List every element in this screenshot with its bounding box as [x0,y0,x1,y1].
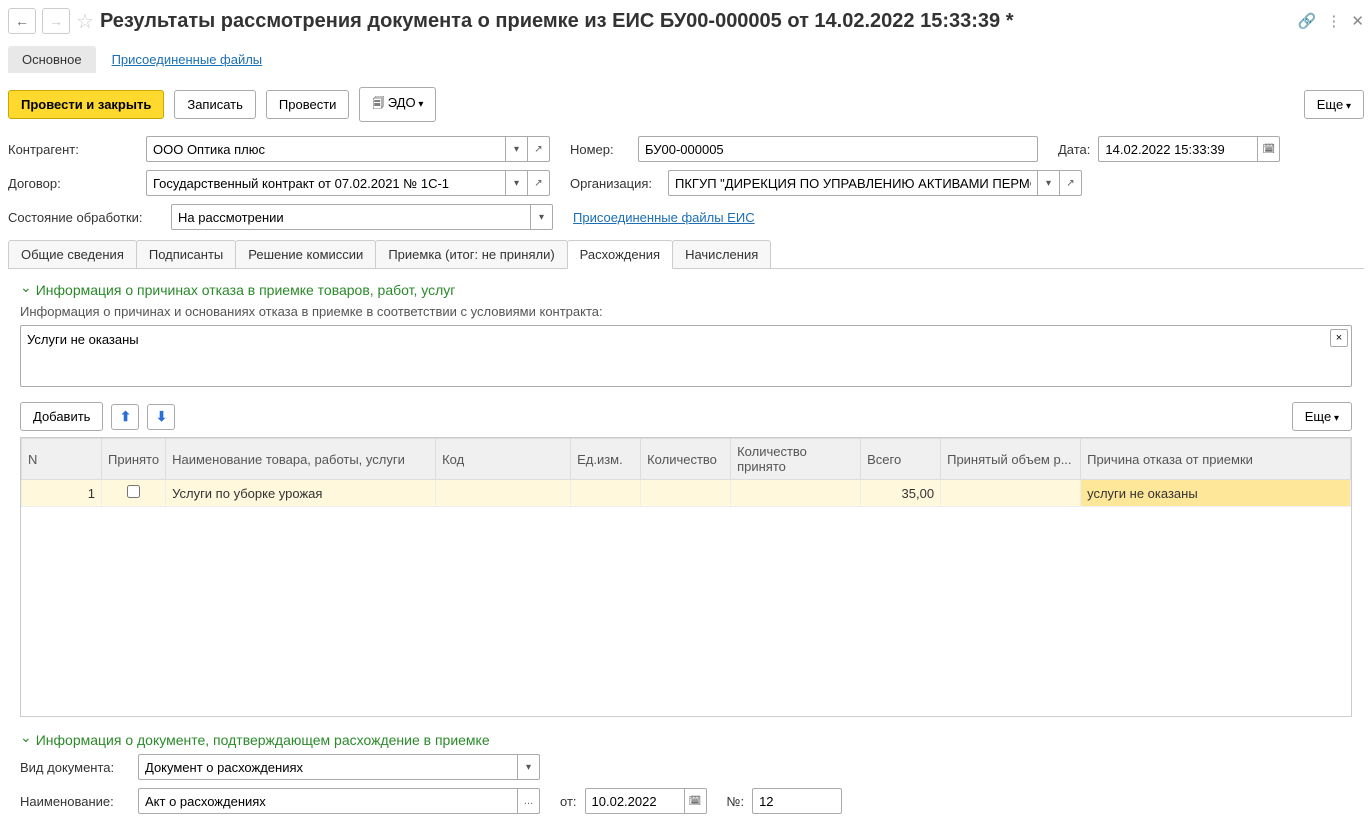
cell-qty-acc[interactable] [731,480,861,507]
org-input[interactable] [668,170,1038,196]
col-total[interactable]: Всего [861,439,941,480]
contractor-open-icon[interactable]: ↗ [528,136,550,162]
view-tabs: Основное Присоединенные файлы [8,46,1364,73]
cell-reason[interactable]: услуги не оказаны [1081,480,1351,507]
edo-button[interactable]: ЭДО [359,87,436,122]
cell-total[interactable]: 35,00 [861,480,941,507]
col-accepted[interactable]: Принято [102,439,166,480]
state-input[interactable] [171,204,531,230]
doc-name-input[interactable] [138,788,518,814]
col-reason[interactable]: Причина отказа от приемки [1081,439,1351,480]
page-title: Результаты рассмотрения документа о прие… [100,10,1292,33]
titlebar: ← → ☆ Результаты рассмотрения документа … [8,8,1364,34]
view-tab-main[interactable]: Основное [8,46,96,73]
cell-acc-vol[interactable] [941,480,1081,507]
tab-commission[interactable]: Решение комиссии [235,240,376,268]
move-down-button[interactable]: ⬇ [147,404,175,430]
tab-discrepancies[interactable]: Расхождения [567,240,673,269]
cell-code[interactable] [436,480,571,507]
contractor-input[interactable] [146,136,506,162]
col-qty-acc[interactable]: Количество принято [731,439,861,480]
clear-textarea-icon[interactable]: × [1330,329,1348,347]
tab-signers[interactable]: Подписанты [136,240,236,268]
view-tab-files[interactable]: Присоединенные файлы [98,46,277,73]
cell-accepted[interactable] [102,480,166,507]
tab-general[interactable]: Общие сведения [8,240,137,268]
col-acc-vol[interactable]: Принятый объем р... [941,439,1081,480]
doc-name-more-icon[interactable]: … [518,788,540,814]
contractor-dropdown-icon[interactable]: ▾ [506,136,528,162]
number-input[interactable] [638,136,1038,162]
cell-name[interactable]: Услуги по уборке урожая [166,480,436,507]
contract-open-icon[interactable]: ↗ [528,170,550,196]
col-qty[interactable]: Количество [641,439,731,480]
col-name[interactable]: Наименование товара, работы, услуги [166,439,436,480]
number-label: Номер: [570,142,630,157]
cell-qty[interactable] [641,480,731,507]
col-n[interactable]: N [22,439,102,480]
add-row-button[interactable]: Добавить [20,402,103,431]
tab-charges[interactable]: Начисления [672,240,771,268]
state-label: Состояние обработки: [8,210,163,225]
nav-forward-button[interactable]: → [42,8,70,34]
calendar-icon[interactable]: 🗓 [1258,136,1280,162]
date-label: Дата: [1058,142,1090,157]
contract-dropdown-icon[interactable]: ▾ [506,170,528,196]
more-button[interactable]: Еще [1304,90,1364,119]
table-row[interactable]: 1 Услуги по уборке урожая 35,00 услуги н… [22,480,1351,507]
doc-num-input[interactable] [752,788,842,814]
doc-type-label: Вид документа: [20,760,130,775]
doc-date-input[interactable] [585,788,685,814]
contractor-label: Контрагент: [8,142,138,157]
link-icon[interactable]: 🔗 [1298,12,1317,30]
contract-label: Договор: [8,176,138,191]
tabs-bar: Общие сведения Подписанты Решение комисс… [8,240,1364,269]
tab-acceptance[interactable]: Приемка (итог: не приняли) [375,240,567,268]
post-and-close-button[interactable]: Провести и закрыть [8,90,164,119]
contract-input[interactable] [146,170,506,196]
refusal-section-sub: Информация о причинах и основаниях отказ… [20,304,1352,319]
save-button[interactable]: Записать [174,90,256,119]
post-button[interactable]: Провести [266,90,350,119]
doc-num-label: №: [727,794,745,809]
favorite-icon[interactable]: ☆ [76,9,94,34]
doc-type-input[interactable] [138,754,518,780]
move-up-button[interactable]: ⬆ [111,404,139,430]
accepted-checkbox[interactable] [127,485,140,498]
main-toolbar: Провести и закрыть Записать Провести ЭДО… [8,87,1364,122]
doc-section-title[interactable]: Информация о документе, подтверждающем р… [20,731,1352,748]
org-open-icon[interactable]: ↗ [1060,170,1082,196]
org-label: Организация: [570,176,660,191]
doc-name-label: Наименование: [20,794,130,809]
cell-unit[interactable] [571,480,641,507]
state-dropdown-icon[interactable]: ▾ [531,204,553,230]
close-icon[interactable]: ✕ [1351,12,1364,30]
table-more-button[interactable]: Еще [1292,402,1352,431]
col-unit[interactable]: Ед.изм. [571,439,641,480]
date-input[interactable] [1098,136,1258,162]
from-label: от: [560,794,577,809]
doc-type-dropdown-icon[interactable]: ▾ [518,754,540,780]
org-dropdown-icon[interactable]: ▾ [1038,170,1060,196]
refusal-section-title[interactable]: Информация о причинах отказа в приемке т… [20,281,1352,298]
cell-n[interactable]: 1 [22,480,102,507]
refusal-reason-textarea[interactable] [20,325,1352,387]
nav-back-button[interactable]: ← [8,8,36,34]
col-code[interactable]: Код [436,439,571,480]
discrepancies-table[interactable]: N Принято Наименование товара, работы, у… [20,437,1352,717]
doc-date-calendar-icon[interactable]: 🗓 [685,788,707,814]
eis-files-link[interactable]: Присоединенные файлы ЕИС [573,210,755,225]
kebab-icon[interactable]: ⋮ [1326,12,1341,30]
